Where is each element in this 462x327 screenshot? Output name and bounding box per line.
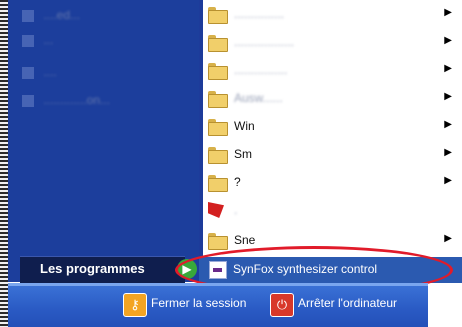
submenu-arrow-icon: ▶	[444, 91, 452, 102]
recent-program-item[interactable]: ....ed...	[22, 5, 80, 25]
program-icon	[22, 34, 34, 47]
footer-highlight	[8, 283, 428, 286]
submenu-arrow-icon: ▶	[444, 119, 452, 130]
logoff-button[interactable]: Fermer la session	[151, 296, 246, 310]
key-icon[interactable]: ⚷	[123, 293, 147, 317]
all-programs-button[interactable]: Les programmes ▶	[20, 256, 197, 283]
submenu-folder-item[interactable]: ? ▶	[204, 170, 462, 196]
submenu-arrow-icon: ▶	[444, 63, 452, 74]
submenu-folder-item[interactable]: Win ▶	[204, 114, 462, 140]
recent-program-item[interactable]: .............on...	[22, 90, 110, 110]
submenu-arrow-icon: ▶	[444, 233, 452, 244]
program-icon	[22, 66, 34, 79]
submenu-arrow-icon: ▶	[444, 147, 452, 158]
adobe-icon	[208, 202, 224, 218]
folder-icon	[208, 35, 228, 52]
folder-icon	[208, 175, 228, 192]
folder-icon	[208, 63, 228, 80]
start-menu-footer: ⚷ Fermer la session ⏻ Arrêter l'ordinate…	[8, 283, 428, 327]
folder-icon	[208, 233, 228, 250]
power-icon[interactable]: ⏻	[270, 293, 294, 317]
submenu-arrow-icon: ▶	[444, 175, 452, 186]
submenu-folder-item[interactable]: ............... ▶	[204, 2, 462, 28]
recent-program-item[interactable]: ....	[22, 62, 57, 82]
recent-program-item[interactable]: ...	[22, 30, 53, 50]
folder-icon	[208, 147, 228, 164]
submenu-folder-item[interactable]: .................. ▶	[204, 30, 462, 56]
submenu-arrow-icon: ▶	[444, 35, 452, 46]
program-icon	[22, 94, 34, 107]
folder-icon	[208, 119, 228, 136]
window-edge	[0, 0, 8, 327]
program-icon	[22, 9, 34, 22]
folder-icon	[208, 91, 228, 108]
submenu-folder-item[interactable]: Ausw...... ▶	[204, 86, 462, 112]
shutdown-button[interactable]: Arrêter l'ordinateur	[298, 296, 397, 310]
submenu-folder-item[interactable]: ................ ▶	[204, 58, 462, 84]
submenu-border	[199, 0, 203, 283]
submenu-folder-item[interactable]: Sm ▶	[204, 142, 462, 168]
submenu-arrow-icon: ▶	[444, 7, 452, 18]
submenu-program-item[interactable]: .	[204, 198, 462, 224]
all-programs-label: Les programmes	[40, 261, 145, 276]
folder-icon	[208, 7, 228, 24]
